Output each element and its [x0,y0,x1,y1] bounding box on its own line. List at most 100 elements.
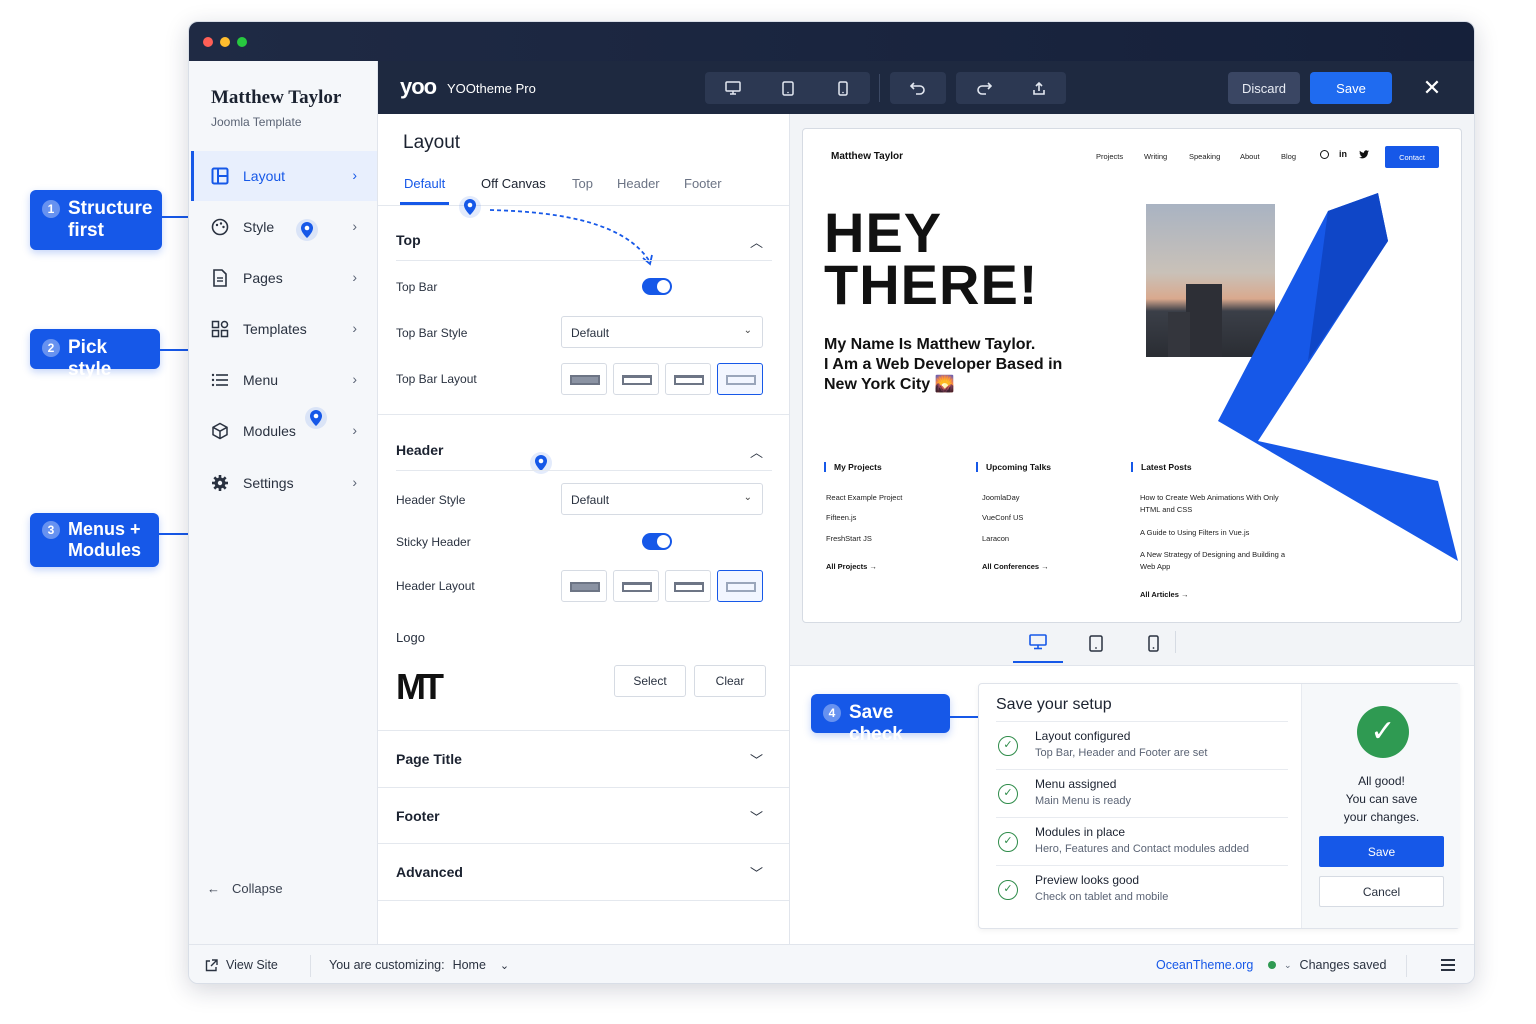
view-site-link[interactable]: View Site [205,958,278,972]
sidebar-item-templates[interactable]: Templates › [191,304,377,354]
preview-all-link[interactable]: All Articles → [1140,590,1189,599]
preview-all-link[interactable]: All Conferences → [982,562,1049,571]
tab-header[interactable]: Header [617,176,660,191]
redo-icon [976,82,992,95]
preview-contact-button[interactable]: Contact [1385,146,1439,168]
minimize-window-dot[interactable] [220,37,230,47]
chevron-up-icon[interactable]: ︿ [750,442,763,461]
desktop-view-button[interactable] [705,72,760,104]
save-button[interactable]: Save [1310,72,1392,104]
callout-menus-modules: 3 Menus + Modules [30,513,159,567]
layout-option[interactable] [665,363,711,395]
sidebar-item-pages[interactable]: Pages › [191,253,377,303]
preview-link[interactable]: React Example Project [826,492,902,504]
preview-link[interactable]: JoomlaDay [982,492,1020,504]
preview-link[interactable]: A Guide to Using Filters in Vue.js [1140,527,1300,539]
logo-clear-button[interactable]: Clear [694,665,766,697]
preview-link[interactable]: How to Create Web Animations With Only H… [1140,492,1300,516]
mobile-view-button[interactable] [815,72,870,104]
section-footer[interactable]: Footer [396,808,440,824]
layout-option[interactable] [561,363,607,395]
section-advanced[interactable]: Advanced [396,864,463,880]
sidebar-item-modules[interactable]: Modules › [191,406,377,456]
sidebar-item-layout[interactable]: Layout › [191,151,377,201]
chevron-right-icon: › [352,167,357,183]
preview-link[interactable]: FreshStart JS [826,533,872,545]
github-icon[interactable] [1320,150,1329,159]
preview-link[interactable]: VueConf US [982,512,1023,524]
collapse-button[interactable]: ← Collapse [207,881,283,896]
preview-desktop-button[interactable] [1013,623,1063,663]
check-circle-icon: ✓ [998,832,1018,852]
preview-link[interactable]: A New Strategy of Designing and Building… [1140,549,1290,573]
preview-col-heading: My Projects [824,462,882,472]
preview-nav-about[interactable]: About [1240,152,1260,161]
tab-default[interactable]: Default [399,176,450,205]
preview-all-link[interactable]: All Projects → [826,562,877,571]
checklist-save-button[interactable]: Save [1319,836,1444,867]
sticky-header-toggle[interactable] [642,533,672,550]
section-header-heading[interactable]: Header [396,442,443,458]
preview-link[interactable]: Fifteen.js [826,512,856,524]
device-toggle-group [705,72,870,104]
logo-select-button[interactable]: Select [614,665,686,697]
panel-title: Layout [403,132,461,153]
chevron-up-icon[interactable]: ︿ [750,232,763,251]
layout-option[interactable] [613,363,659,395]
twitter-icon[interactable] [1359,150,1369,159]
sidebar-item-style[interactable]: Style › [191,202,377,252]
undo-button[interactable] [890,72,945,104]
chevron-down-icon[interactable]: ﹀ [750,750,763,769]
chevron-down-icon[interactable]: ﹀ [750,863,763,882]
layout-option[interactable] [613,570,659,602]
tablet-view-button[interactable] [760,72,815,104]
callout-text: Menus + Modules [68,519,142,560]
customizing-selector[interactable]: You are customizing: Home ⌄ [329,958,509,972]
discard-button[interactable]: Discard [1228,72,1300,104]
layout-option-selected[interactable] [717,363,763,395]
zoom-window-dot[interactable] [237,37,247,47]
preview-nav-writing[interactable]: Writing [1144,152,1167,161]
menu-list-icon [209,369,231,391]
preview-link[interactable]: Laracon [982,533,1009,545]
sidebar-item-menu[interactable]: Menu › [191,355,377,405]
callout-text: Pick style [68,337,112,380]
close-window-dot[interactable] [203,37,213,47]
history-button[interactable] [1011,72,1066,104]
top-bar-toggle[interactable] [642,278,672,295]
redo-button[interactable] [956,72,1011,104]
layout-option[interactable] [665,570,711,602]
sidebar-item-settings[interactable]: Settings › [191,458,377,508]
preview-tablet-button[interactable] [1071,623,1121,663]
layout-option[interactable] [561,570,607,602]
ocean-theme-link[interactable]: OceanTheme.org [1156,958,1253,972]
layout-option-selected[interactable] [717,570,763,602]
check-circle-icon: ✓ [998,784,1018,804]
preview-mobile-button[interactable] [1128,623,1178,663]
top-bar-style-select[interactable]: Default ⌄ [561,316,763,348]
hamburger-menu-icon[interactable] [1441,959,1455,971]
sidebar-item-label: Settings [243,475,294,491]
preview-nav-projects[interactable]: Projects [1096,152,1123,161]
preview-nav-speaking[interactable]: Speaking [1189,152,1220,161]
site-preview[interactable]: Matthew Taylor Projects Writing Speaking… [802,128,1462,623]
chevron-right-icon: › [352,474,357,490]
callout-save-check: 4 Save check [811,694,950,745]
chevron-down-icon[interactable]: ﹀ [750,807,763,826]
tab-top[interactable]: Top [572,176,593,191]
layout-icon [209,165,231,187]
section-top-heading[interactable]: Top [396,232,421,248]
section-page-title[interactable]: Page Title [396,751,462,767]
footer-separator [310,955,311,977]
header-style-select[interactable]: Default ⌄ [561,483,763,515]
preview-nav-blog[interactable]: Blog [1281,152,1296,161]
checklist-cancel-button[interactable]: Cancel [1319,876,1444,907]
tab-off-canvas[interactable]: Off Canvas [481,176,546,191]
linkedin-icon[interactable]: in [1339,149,1347,159]
tab-footer[interactable]: Footer [684,176,722,191]
top-bar-label: Top Bar [396,280,438,294]
callout-text: Structure first [68,198,153,241]
chevron-down-icon: ⌄ [1284,959,1292,970]
sidebar-item-label: Pages [243,270,283,286]
close-icon[interactable]: ✕ [1418,75,1446,103]
